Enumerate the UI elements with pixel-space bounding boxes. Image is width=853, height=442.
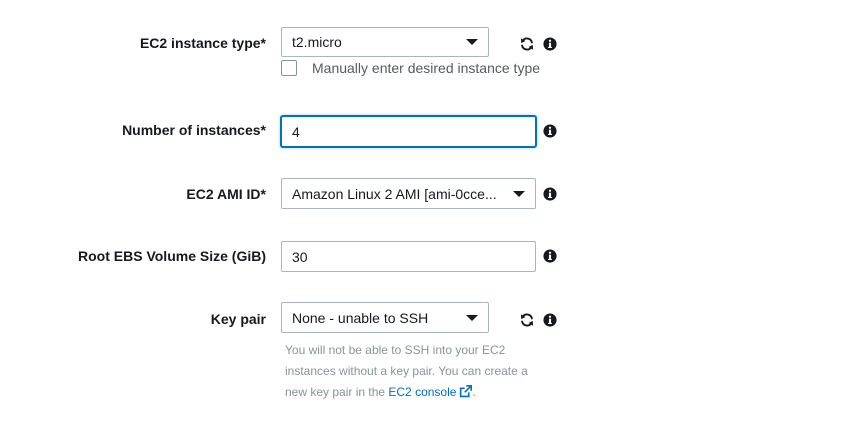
chevron-down-icon (466, 314, 478, 321)
ami-id-select[interactable]: Amazon Linux 2 AMI [ami-0cce... (281, 178, 536, 209)
key-pair-hint-suffix: . (472, 385, 476, 399)
external-link-icon (460, 385, 473, 398)
ec2-console-link[interactable]: EC2 console (388, 385, 473, 399)
instance-type-select[interactable]: t2.micro (281, 27, 489, 57)
chevron-down-icon (466, 39, 478, 45)
ami-id-label: EC2 AMI ID* (186, 186, 266, 202)
key-pair-label: Key pair (210, 311, 266, 327)
root-volume-size-value: 30 (292, 248, 308, 265)
ec2-console-link-label: EC2 console (388, 385, 457, 399)
instance-type-value: t2.micro (292, 34, 342, 50)
num-instances-value: 4 (292, 123, 300, 140)
key-pair-hint: You will not be able to SSH into your EC… (285, 340, 545, 403)
manual-instance-type-checkbox[interactable] (281, 60, 297, 76)
info-icon[interactable] (543, 249, 557, 263)
num-instances-input[interactable]: 4 (281, 116, 536, 147)
chevron-down-icon (513, 190, 525, 197)
ami-id-value: Amazon Linux 2 AMI [ami-0cce... (292, 185, 497, 202)
root-volume-size-input[interactable]: 30 (281, 241, 536, 272)
refresh-icon[interactable] (520, 37, 534, 51)
info-icon[interactable] (543, 124, 557, 138)
info-icon[interactable] (543, 37, 557, 51)
info-icon[interactable] (543, 313, 557, 327)
manual-instance-type-label: Manually enter desired instance type (312, 60, 541, 76)
refresh-icon[interactable] (520, 313, 534, 327)
key-pair-value: None - unable to SSH (292, 309, 429, 326)
instance-type-label: EC2 instance type* (139, 35, 266, 51)
key-pair-select[interactable]: None - unable to SSH (281, 302, 489, 333)
num-instances-label: Number of instances* (122, 122, 266, 138)
root-volume-size-label: Root EBS Volume Size (GiB) (78, 248, 266, 264)
info-icon[interactable] (543, 187, 557, 201)
